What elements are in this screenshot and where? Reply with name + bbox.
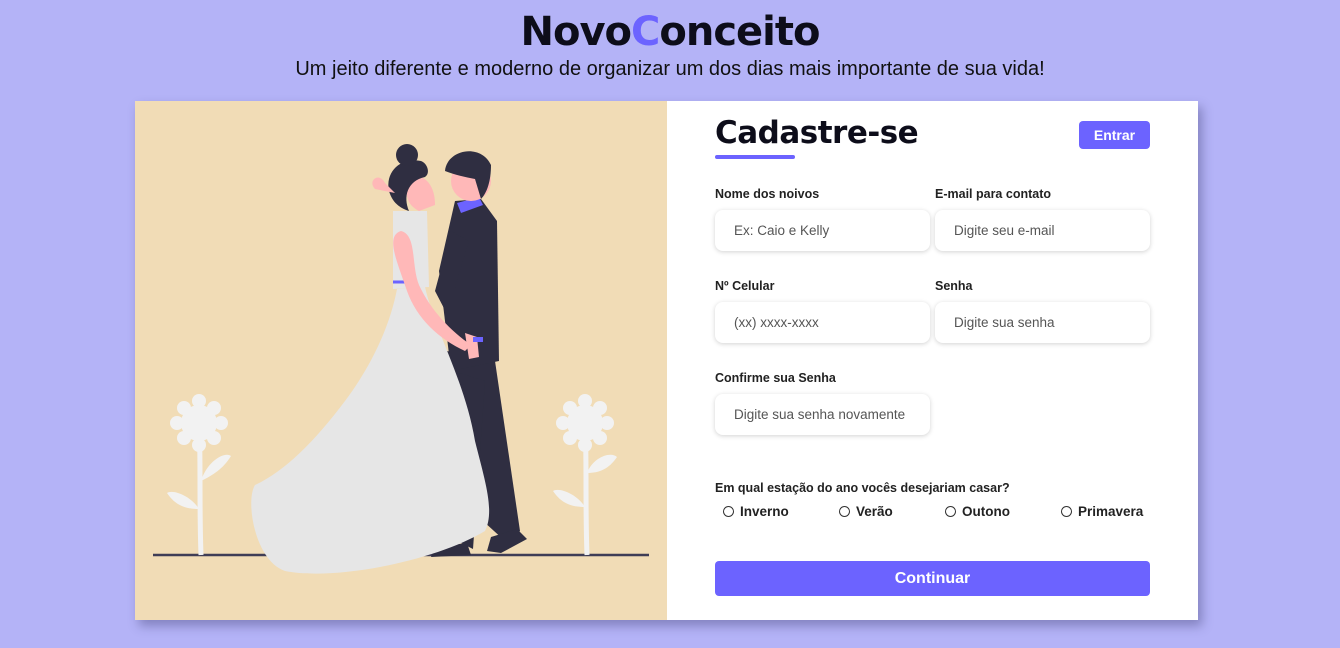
signup-form: Cadastre-se Entrar Nome dos noivos E-mai… [667,101,1198,620]
tagline: Um jeito diferente e moderno de organiza… [295,58,1045,80]
left-flower-icon [167,394,231,556]
radio-circle-icon[interactable] [723,506,734,517]
radio-circle-icon[interactable] [1061,506,1072,517]
couple-names-label: Nome dos noivos [715,187,820,201]
confirm-password-input[interactable] [715,394,930,435]
season-option-outono[interactable]: Outono [945,504,1010,519]
confirm-password-label: Confirme sua Senha [715,371,836,385]
couple-names-input[interactable] [715,210,930,251]
password-input[interactable] [935,302,1150,343]
right-flower-icon [553,394,617,556]
couple-names-field-group: Nome dos noivos [715,187,930,251]
signup-card: Cadastre-se Entrar Nome dos noivos E-mai… [135,101,1198,620]
season-option-verao[interactable]: Verão [839,504,893,519]
continue-button[interactable]: Continuar [715,561,1150,596]
brand-part1: Novo [520,9,633,55]
season-option-primavera[interactable]: Primavera [1061,504,1143,519]
page-header: NovoConceito Um jeito diferente e modern… [0,8,1340,82]
brand-logo: NovoConceito [0,8,1340,56]
confirm-password-field-group: Confirme sua Senha [715,371,930,435]
wedding-couple-illustration [135,101,667,620]
email-input[interactable] [935,210,1150,251]
radio-circle-icon[interactable] [945,506,956,517]
password-label: Senha [935,279,973,293]
brand-accent-letter: C [631,9,660,55]
login-button[interactable]: Entrar [1079,121,1150,149]
phone-input[interactable] [715,302,930,343]
wedding-couple-svg [153,144,649,574]
season-label: Outono [962,504,1010,519]
email-label: E-mail para contato [935,187,1051,201]
email-field-group: E-mail para contato [935,187,1150,251]
season-label: Inverno [740,504,789,519]
radio-circle-icon[interactable] [839,506,850,517]
phone-label: Nº Celular [715,279,775,293]
password-field-group: Senha [935,279,1150,343]
brand-part2: onceito [659,9,820,55]
season-question: Em qual estação do ano vocês desejariam … [715,481,1010,495]
season-label: Verão [856,504,893,519]
season-option-inverno[interactable]: Inverno [723,504,789,519]
phone-field-group: Nº Celular [715,279,930,343]
title-underline [715,155,795,159]
form-title: Cadastre-se [715,115,919,151]
season-label: Primavera [1078,504,1144,519]
